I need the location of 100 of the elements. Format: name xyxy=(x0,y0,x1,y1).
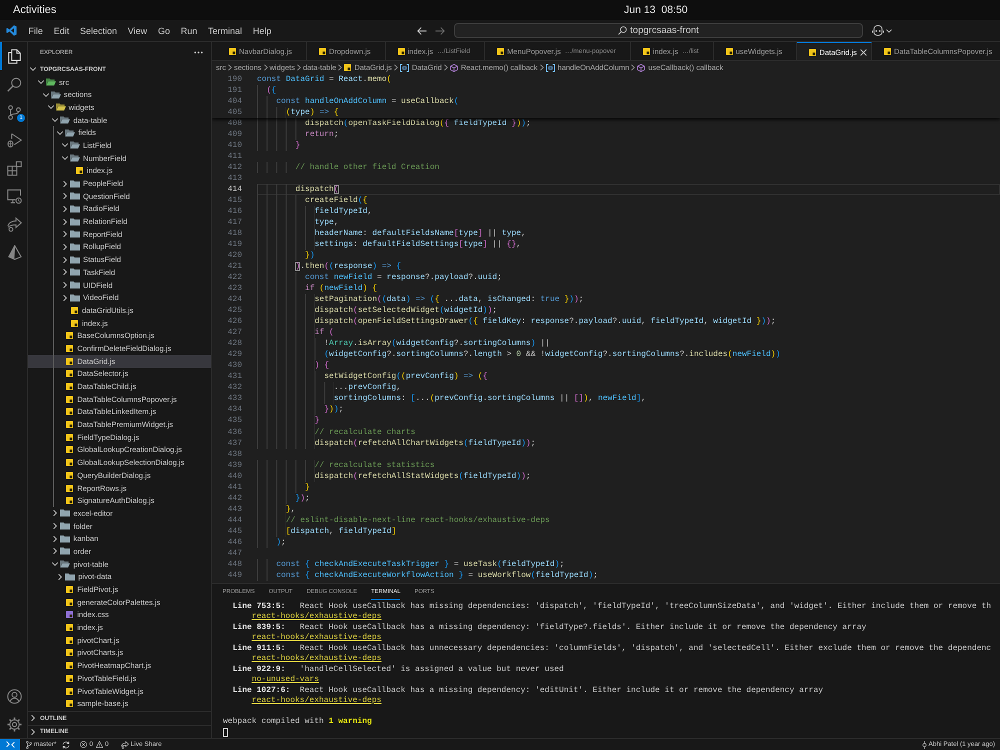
rule-link[interactable]: react-hooks/exhaustive-deps xyxy=(252,654,382,664)
rule-link[interactable]: no-unused-vars xyxy=(252,675,320,684)
terminal-line: Line 1027:6: React Hook useCallback has a missing dependency: 'editUnit'. Either include it or remove the dependency array xyxy=(232,686,824,696)
terminal-line: Line 753:5: React Hook useCallback has missing dependencies: 'dispatch', 'fieldTypeId', 'treeColumnSizeData', and 'widget'. Either include them or remove th xyxy=(232,602,992,612)
gear-icon xyxy=(7,716,22,732)
code-line: const newField = response?.payload?.uuid; xyxy=(257,272,502,284)
line-number: 421 xyxy=(226,261,242,272)
line-number: 448 xyxy=(226,558,242,570)
variable-icon xyxy=(400,64,409,72)
code-line: dispatch(setSelectedWidget(widgetId)); xyxy=(257,305,498,316)
code-line: dispatch( xyxy=(257,184,339,196)
rule-link[interactable]: react-hooks/exhaustive-deps xyxy=(252,612,382,622)
code-line: ...prevConfig, xyxy=(257,382,402,394)
line-number: 432 xyxy=(226,382,242,394)
line-number: 418 xyxy=(226,228,242,240)
branch-icon xyxy=(26,740,32,748)
code-line: setWidgetConfig((prevConfig) => ({ xyxy=(257,371,488,382)
caret-icon[interactable] xyxy=(886,28,892,32)
file-icon xyxy=(497,48,504,54)
code-line: // recalculate statistics xyxy=(257,460,435,471)
code-line: const { checkAndExecuteWorkflowAction } = useWorkflow(fieldTypeId); xyxy=(257,570,598,581)
line-number: 411 xyxy=(226,151,242,162)
code-line: sortingColumns: [...(prevConfig.sortingColumns || []), newField], xyxy=(257,393,646,404)
code-line: headerName: defaultFieldsName[type] || type, xyxy=(257,228,526,240)
code-line: const handleOnAddColumn = useCallback( xyxy=(257,96,459,108)
robot-icon[interactable] xyxy=(872,25,884,36)
more-icon[interactable] xyxy=(194,51,203,54)
line-number: 436 xyxy=(226,426,242,438)
line-number: 410 xyxy=(226,140,242,152)
chevron-icon xyxy=(262,64,269,71)
sync-icon[interactable] xyxy=(62,740,70,748)
terminal-line: Line 922:9: 'handleCellSelected' is assigned a value but never used xyxy=(232,664,565,675)
code-line: // eslint-disable-next-line react-hooks/exhaustive-deps xyxy=(257,514,550,526)
chevron-icon xyxy=(296,64,302,71)
code-line: } xyxy=(257,140,300,152)
chevron-icon xyxy=(630,64,636,71)
clock[interactable]: Jun 13 08:50 xyxy=(624,4,688,16)
file-icon xyxy=(318,48,326,54)
remote-button[interactable] xyxy=(0,739,20,750)
line-number: 404 xyxy=(226,96,242,108)
rule-link[interactable]: react-hooks/exhaustive-deps xyxy=(252,696,382,705)
menu-item[interactable]: Go xyxy=(152,24,176,38)
line-number: 405 xyxy=(226,107,242,118)
line-number: 412 xyxy=(226,162,242,174)
code-line: const { checkAndExecuteTaskTrigger } = useTask(fieldTypeId); xyxy=(257,558,564,570)
code-line: settings: defaultFieldSettings[type] || {}, xyxy=(257,239,522,250)
cube-icon xyxy=(637,64,646,72)
line-number: 425 xyxy=(226,305,242,316)
line-number: 435 xyxy=(226,415,242,426)
menu-item[interactable]: View xyxy=(122,24,153,38)
code-line: setPagination((data) => ({ ...data, isChanged: true })); xyxy=(257,294,584,306)
error-icon xyxy=(80,741,88,748)
code-line: [dispatch, fieldTypeId] xyxy=(257,526,396,537)
command-center[interactable]: topgrcsaas-front xyxy=(454,23,863,38)
code-line: dispatch(refetchAllStatWidgets(fieldTypeId)); xyxy=(257,470,531,482)
menu-item[interactable]: Terminal xyxy=(202,24,248,38)
line-number: 440 xyxy=(226,470,242,482)
code-line: const DataGrid = React.memo( xyxy=(257,74,392,86)
code-line: ).then((response) => { xyxy=(257,261,402,272)
file-icon xyxy=(229,48,236,54)
menu-item[interactable]: Edit xyxy=(48,24,75,38)
code-line: ) { xyxy=(257,360,330,372)
code-line: dispatch(openTaskFieldDialog({ fieldTypeId })); xyxy=(257,118,531,130)
code-line: }, xyxy=(257,504,296,515)
terminal-line: Line 911:5: React Hook useCallback has unnecessary dependencies: 'columnFields', 'dispatch', and 'selectedCell'. Either exclude them or remove the dependenc xyxy=(232,644,992,654)
activities-button[interactable]: Activities xyxy=(13,4,56,16)
line-number: 423 xyxy=(226,283,242,294)
share-arrow-icon xyxy=(120,740,129,748)
warning-icon xyxy=(96,741,104,748)
line-number: 428 xyxy=(226,338,242,350)
arrow-left-icon[interactable] xyxy=(417,26,427,34)
menu-item[interactable]: Run xyxy=(175,24,203,38)
line-number: 190 xyxy=(226,74,242,86)
line-number: 441 xyxy=(226,482,242,493)
code-line: dispatch(openFieldSettingsDrawer({ fieldKey: response?.payload?.uuid, fieldTypeId, widgetId })); xyxy=(257,316,776,328)
chevron-icon xyxy=(227,64,233,71)
cube-icon xyxy=(450,64,458,72)
code-line: return; xyxy=(257,129,339,140)
file-icon xyxy=(809,48,816,56)
code-line: dispatch(refetchAllChartWidgets(fieldTypeId)); xyxy=(257,438,536,449)
rule-link[interactable]: react-hooks/exhaustive-deps xyxy=(252,633,382,642)
search-icon xyxy=(618,26,628,35)
menu-item[interactable]: Help xyxy=(247,24,277,38)
code-line: } xyxy=(257,482,310,493)
code-line: })); xyxy=(257,404,344,416)
arrow-right-icon[interactable] xyxy=(435,26,445,34)
menu-item[interactable]: Selection xyxy=(74,24,122,38)
chevron-icon xyxy=(392,64,399,71)
chevron-icon xyxy=(442,64,449,71)
logo-icon xyxy=(6,25,17,36)
line-number: 431 xyxy=(226,371,242,382)
line-number: 420 xyxy=(226,250,242,262)
code-line: // recalculate charts xyxy=(257,426,416,438)
extensions-icon xyxy=(7,160,22,176)
line-number: 447 xyxy=(226,548,242,559)
close-icon[interactable] xyxy=(860,48,868,56)
line-number: 439 xyxy=(226,460,242,471)
menu-item[interactable]: File xyxy=(23,24,48,38)
code-line: type, xyxy=(257,217,339,228)
code-line: } xyxy=(257,415,320,426)
